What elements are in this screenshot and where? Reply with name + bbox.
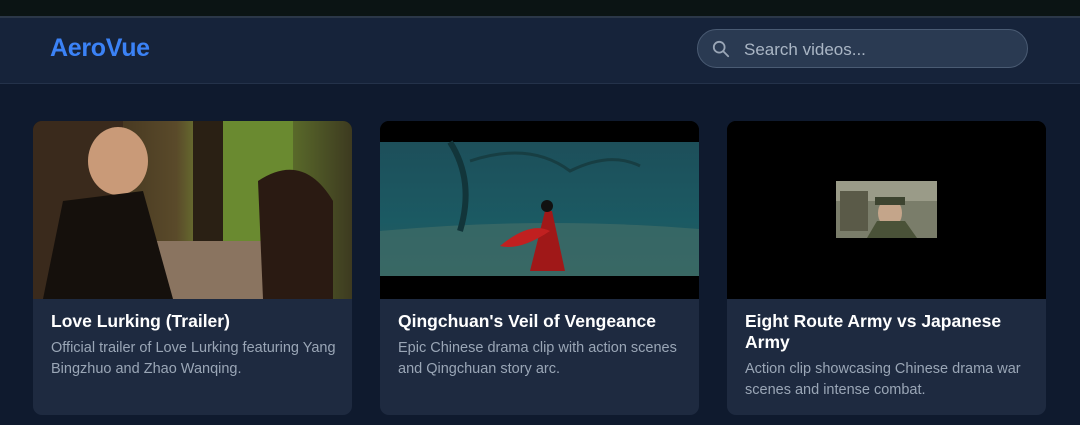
search-input[interactable] — [742, 30, 1016, 69]
video-description: Action clip showcasing Chinese drama war… — [745, 361, 1021, 398]
video-title[interactable]: Love Lurking (Trailer) — [51, 311, 336, 332]
top-strip — [0, 0, 1080, 18]
video-card-body: Eight Route Army vs Japanese Army Action… — [745, 311, 1030, 401]
video-thumbnail[interactable] — [33, 121, 352, 299]
video-card[interactable]: Eight Route Army vs Japanese Army Action… — [727, 121, 1046, 415]
video-description: Epic Chinese drama clip with action scen… — [398, 340, 677, 377]
site-header: AeroVue — [0, 18, 1080, 84]
video-card[interactable]: Qingchuan's Veil of Vengeance Epic Chine… — [380, 121, 699, 415]
video-description: Official trailer of Love Lurking featuri… — [51, 340, 336, 377]
video-card-body: Love Lurking (Trailer) Official trailer … — [51, 311, 336, 380]
video-title[interactable]: Eight Route Army vs Japanese Army — [745, 311, 1030, 353]
video-thumbnail[interactable] — [380, 121, 699, 299]
video-title[interactable]: Qingchuan's Veil of Vengeance — [398, 311, 683, 332]
video-grid: Love Lurking (Trailer) Official trailer … — [0, 83, 1080, 425]
video-card[interactable]: Love Lurking (Trailer) Official trailer … — [33, 121, 352, 415]
search-icon — [712, 40, 730, 58]
logo[interactable]: AeroVue — [50, 34, 150, 63]
video-card-body: Qingchuan's Veil of Vengeance Epic Chine… — [398, 311, 683, 380]
search-bar[interactable] — [697, 29, 1028, 69]
video-thumbnail[interactable] — [727, 121, 1046, 299]
